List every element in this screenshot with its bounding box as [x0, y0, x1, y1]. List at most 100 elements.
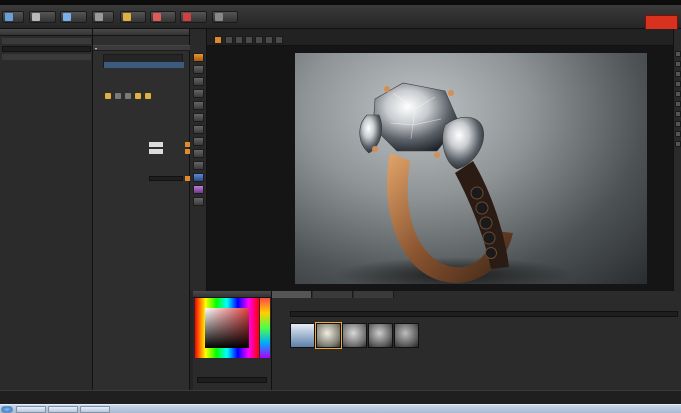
shelf-title [412, 291, 532, 298]
move-tool-icon[interactable] [193, 65, 204, 74]
taskbar-app-1[interactable] [16, 406, 46, 413]
viewport-pan-icon[interactable] [235, 36, 243, 44]
tab-textures[interactable] [354, 291, 394, 298]
material-copy-icon[interactable] [115, 93, 121, 99]
toolbar-button-save[interactable] [92, 11, 114, 23]
material-star-icon[interactable] [145, 93, 151, 99]
main-toolbar [0, 5, 681, 30]
app-window [0, 0, 681, 413]
material-list[interactable] [103, 54, 184, 68]
toolbar-button-help[interactable] [60, 11, 87, 23]
viewport-grid-icon[interactable] [255, 36, 263, 44]
prop-row-roughness [97, 175, 190, 181]
shelf-breadcrumb [290, 304, 470, 310]
scene-filter-bar [2, 54, 91, 60]
shelf-thumb-material[interactable] [368, 323, 393, 348]
viewport-tag-icon[interactable] [275, 36, 283, 44]
start-button-icon[interactable] [1, 406, 13, 413]
material-icon [153, 13, 161, 21]
status-bar [0, 390, 681, 404]
render-icon [215, 13, 223, 21]
toolbar-button-settings[interactable] [29, 11, 56, 23]
properties-panel-title [93, 29, 189, 36]
viewport-render-mode-icon[interactable] [214, 36, 222, 44]
right-strip-button-6[interactable] [675, 101, 681, 107]
color-picker-panel [193, 291, 272, 390]
light-tool-icon[interactable] [193, 149, 204, 158]
taskbar-app-2[interactable] [48, 406, 78, 413]
cube-tool-icon[interactable] [193, 125, 204, 134]
render-button[interactable] [645, 15, 678, 30]
save-icon [95, 13, 103, 21]
right-strip-button-10[interactable] [675, 141, 681, 147]
color-swatch-column[interactable] [260, 298, 270, 358]
render-view[interactable] [295, 53, 647, 284]
tab-library[interactable] [272, 291, 312, 298]
material-library-shelf [272, 291, 681, 390]
right-strip-button-1[interactable] [675, 51, 681, 57]
shelf-thumb-material[interactable] [394, 323, 419, 348]
scene-toolbar [2, 38, 91, 44]
roughness-input[interactable] [149, 175, 183, 181]
help-icon [63, 13, 71, 21]
color-saturation-square[interactable] [205, 308, 249, 348]
toolbar-button-light[interactable] [120, 11, 146, 23]
viewport[interactable] [207, 46, 673, 291]
taskbar-app-3[interactable] [80, 406, 110, 413]
tab-materials[interactable] [313, 291, 353, 298]
new-icon [5, 13, 13, 21]
color-tool-icon[interactable] [193, 173, 204, 182]
light-icon [123, 13, 131, 21]
color-panel-title [193, 291, 271, 298]
settings-icon [32, 13, 40, 21]
color-value-input[interactable] [197, 377, 267, 383]
section-header-material[interactable] [93, 45, 190, 51]
shelf-thumb-material[interactable] [342, 323, 367, 348]
color-hue-ring[interactable] [195, 298, 259, 358]
sphere-tool-icon[interactable] [193, 113, 204, 122]
specular-color-swatch[interactable] [149, 148, 163, 154]
right-strip-button-5[interactable] [675, 91, 681, 97]
toolbar-button-render[interactable] [212, 11, 238, 23]
select-tool-icon[interactable] [193, 53, 204, 62]
right-strip-button-3[interactable] [675, 71, 681, 77]
viewport-info-icon[interactable] [245, 36, 253, 44]
ring-render-image [335, 82, 575, 284]
toolbar-button-material[interactable] [150, 11, 176, 23]
plane-tool-icon[interactable] [193, 101, 204, 110]
scene-tree[interactable] [4, 62, 89, 388]
right-strip-button-4[interactable] [675, 81, 681, 87]
right-strip-button-8[interactable] [675, 121, 681, 127]
scale-tool-icon[interactable] [193, 89, 204, 98]
camera-tool-icon[interactable] [193, 161, 204, 170]
shelf-filter-input[interactable] [290, 311, 678, 317]
paint-tool-icon[interactable] [193, 185, 204, 194]
diffuse-color-swatch[interactable] [149, 141, 163, 147]
camera-icon [183, 13, 191, 21]
viewport-lock-icon[interactable] [265, 36, 273, 44]
shelf-thumb-selected[interactable] [315, 322, 342, 349]
right-strip-button-9[interactable] [675, 131, 681, 137]
scene-panel [0, 29, 93, 390]
material-sphere-icon[interactable] [105, 93, 111, 99]
right-strip-button-2[interactable] [675, 61, 681, 67]
material-paste-icon[interactable] [125, 93, 131, 99]
right-tool-strip [673, 29, 681, 291]
toolbar-button-camera[interactable] [180, 11, 207, 23]
measure-tool-icon[interactable] [193, 197, 204, 206]
rotate-tool-icon[interactable] [193, 77, 204, 86]
scene-search-input[interactable] [2, 46, 91, 52]
viewport-header [207, 29, 673, 46]
viewport-camera-icon[interactable] [225, 36, 233, 44]
shelf-thumb-library[interactable] [290, 323, 315, 348]
material-pick-icon[interactable] [135, 93, 141, 99]
material-icons-row [105, 93, 165, 100]
right-strip-button-7[interactable] [675, 111, 681, 117]
os-taskbar [0, 404, 681, 413]
status-text-left [4, 393, 154, 398]
prop-row-specular [97, 148, 190, 154]
viewport-tool-strip [190, 29, 207, 291]
toolbar-button-new[interactable] [2, 11, 24, 23]
cylinder-tool-icon[interactable] [193, 137, 204, 146]
material-list-item-selected[interactable] [104, 62, 184, 68]
